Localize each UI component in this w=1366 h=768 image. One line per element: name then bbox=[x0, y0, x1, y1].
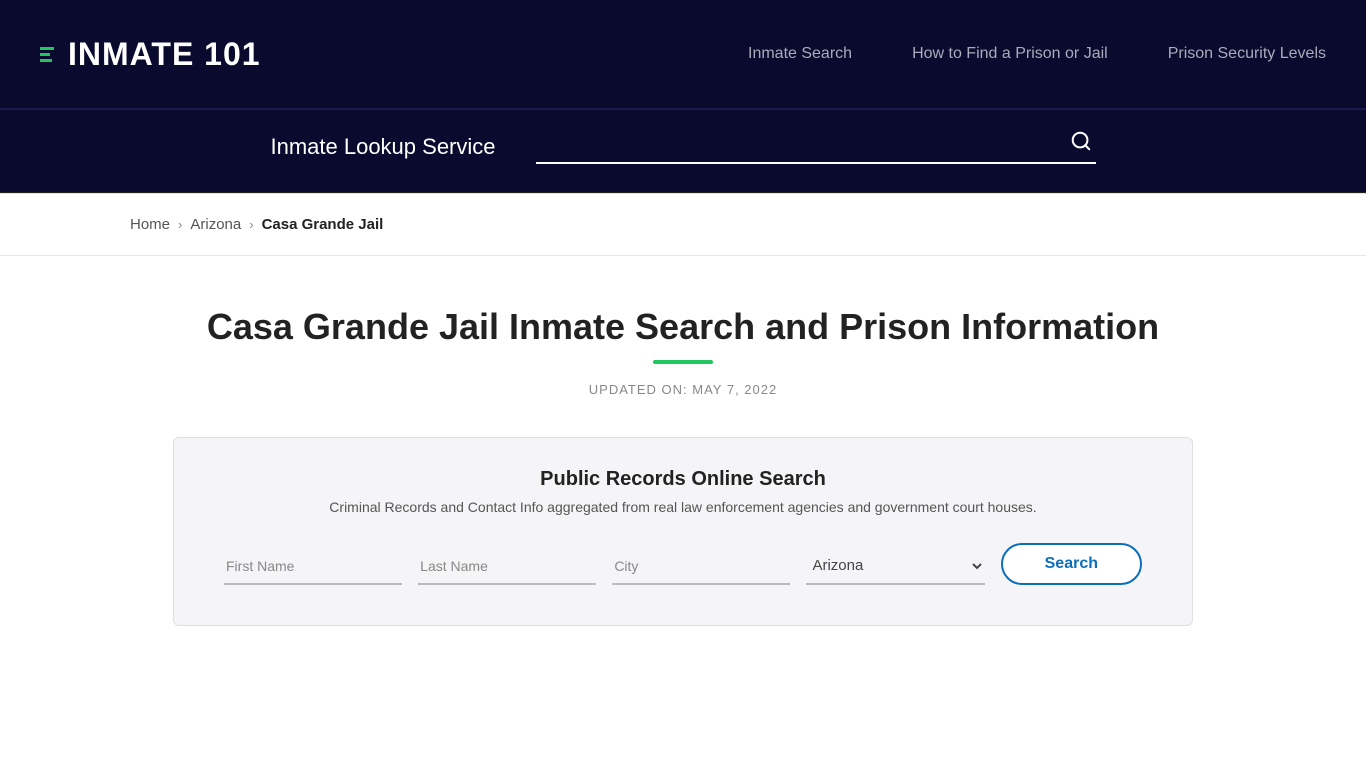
state-field: AlabamaAlaskaArizonaArkansasCaliforniaCo… bbox=[806, 548, 984, 585]
public-records-box: Public Records Online Search Criminal Re… bbox=[173, 437, 1193, 626]
page-title: Casa Grande Jail Inmate Search and Priso… bbox=[173, 306, 1193, 348]
lookup-search-button[interactable] bbox=[1066, 130, 1096, 158]
page-title-section: Casa Grande Jail Inmate Search and Priso… bbox=[173, 306, 1193, 397]
lookup-search-input[interactable] bbox=[536, 135, 1066, 153]
breadcrumb-home[interactable]: Home bbox=[130, 216, 170, 233]
last-name-field bbox=[418, 550, 596, 585]
public-records-description: Criminal Records and Contact Info aggreg… bbox=[224, 499, 1142, 515]
nav-find-prison[interactable]: How to Find a Prison or Jail bbox=[912, 45, 1108, 62]
city-input[interactable] bbox=[612, 550, 790, 585]
breadcrumb-chevron-1: › bbox=[178, 217, 182, 232]
breadcrumb-chevron-2: › bbox=[249, 217, 253, 232]
top-navigation: INMATE 101 Inmate Search How to Find a P… bbox=[0, 0, 1366, 110]
state-select[interactable]: AlabamaAlaskaArizonaArkansasCaliforniaCo… bbox=[806, 548, 984, 585]
breadcrumb-current: Casa Grande Jail bbox=[262, 216, 384, 233]
main-content: Casa Grande Jail Inmate Search and Priso… bbox=[133, 256, 1233, 666]
public-records-title: Public Records Online Search bbox=[224, 468, 1142, 491]
public-records-form: AlabamaAlaskaArizonaArkansasCaliforniaCo… bbox=[224, 543, 1142, 585]
breadcrumb-state[interactable]: Arizona bbox=[190, 216, 241, 233]
lookup-search-section: Inmate Lookup Service bbox=[0, 110, 1366, 193]
first-name-input[interactable] bbox=[224, 550, 402, 585]
nav-security-levels[interactable]: Prison Security Levels bbox=[1168, 45, 1326, 62]
search-input-wrap bbox=[536, 130, 1096, 164]
city-field bbox=[612, 550, 790, 585]
title-underline bbox=[653, 360, 713, 364]
updated-date: UPDATED ON: MAY 7, 2022 bbox=[173, 382, 1193, 397]
breadcrumb: Home › Arizona › Casa Grande Jail bbox=[0, 194, 1366, 255]
last-name-input[interactable] bbox=[418, 550, 596, 585]
search-button[interactable]: Search bbox=[1001, 543, 1142, 585]
search-icon bbox=[1070, 130, 1092, 152]
first-name-field bbox=[224, 550, 402, 585]
nav-links: Inmate Search How to Find a Prison or Ja… bbox=[748, 45, 1326, 63]
site-logo[interactable]: INMATE 101 bbox=[40, 36, 261, 73]
lookup-label: Inmate Lookup Service bbox=[270, 134, 495, 160]
logo-bars-icon bbox=[40, 47, 54, 62]
nav-inmate-search[interactable]: Inmate Search bbox=[748, 45, 852, 62]
logo-text: INMATE 101 bbox=[68, 36, 261, 73]
